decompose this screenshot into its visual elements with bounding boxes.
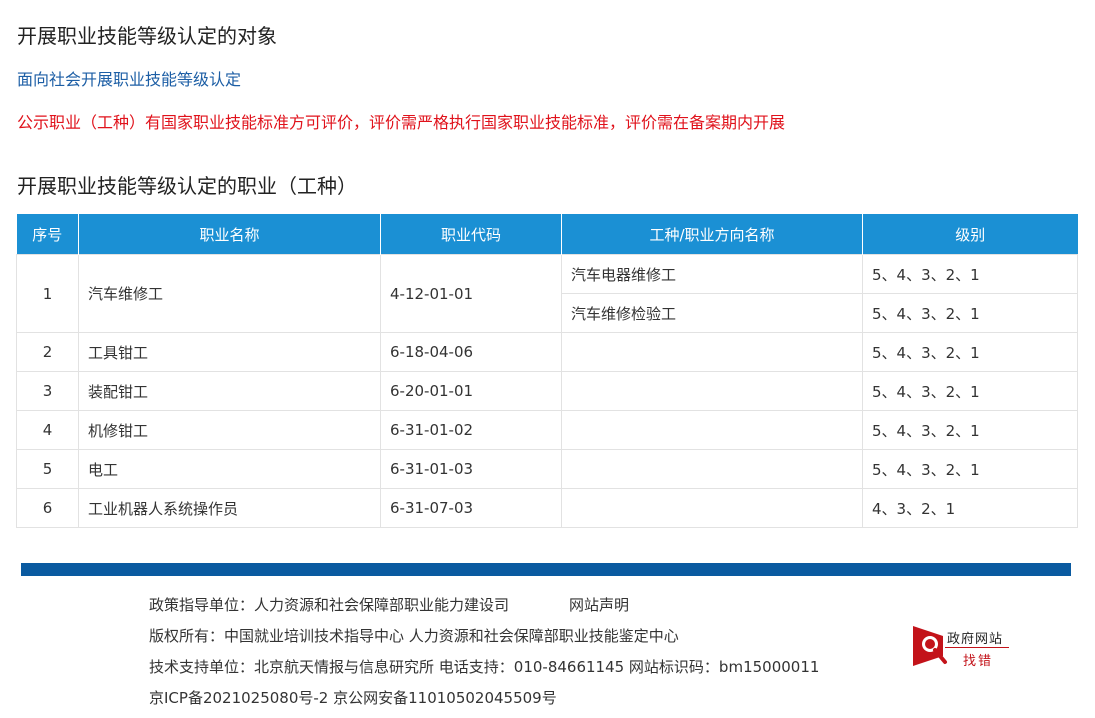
footer-divider-bar <box>21 563 1071 576</box>
header-no: 序号 <box>16 214 79 255</box>
footer-line-guidance: 政策指导单位：人力资源和社会保障部职业能力建设司 网站声明 <box>149 594 819 625</box>
cell-code: 6-31-01-02 <box>380 410 562 450</box>
table-row: 3 装配钳工 6-20-01-01 5、4、3、2、1 <box>16 371 1078 411</box>
badge-line2: 找错 <box>963 654 994 669</box>
header-code: 职业代码 <box>380 214 562 255</box>
cell-direction <box>561 488 863 528</box>
table-row: 4 机修钳工 6-31-01-02 5、4、3、2、1 <box>16 410 1078 450</box>
cell-no: 5 <box>16 449 79 489</box>
table-row: 5 电工 6-31-01-03 5、4、3、2、1 <box>16 449 1078 489</box>
cell-no: 1 <box>16 254 79 333</box>
badge-line1: 政府网站 <box>947 632 1004 647</box>
magnifier-icon <box>913 626 947 666</box>
header-name: 职业名称 <box>78 214 381 255</box>
badge-divider <box>945 647 1009 648</box>
cell-level: 5、4、3、2、1 <box>862 410 1078 450</box>
cell-level: 5、4、3、2、1 <box>862 449 1078 489</box>
cell-code: 6-31-07-03 <box>380 488 562 528</box>
occupation-table: 序号 职业名称 职业代码 工种/职业方向名称 级别 1 汽车维修工 4-12-0… <box>16 214 1078 528</box>
cell-level: 5、4、3、2、1 <box>862 254 1078 294</box>
cell-code: 6-31-01-03 <box>380 449 562 489</box>
footer-icp: 京ICP备2021025080号-2 京公网安备11010502045509号 <box>149 689 557 707</box>
cell-name: 工具钳工 <box>78 332 381 372</box>
cell-code: 4-12-01-01 <box>380 254 562 333</box>
table-row: 1 汽车维修工 4-12-01-01 汽车电器维修工 5、4、3、2、1 <box>16 254 1078 333</box>
header-direction: 工种/职业方向名称 <box>561 214 863 255</box>
footer-support: 技术支持单位：北京航天情报与信息研究所 电话支持：010-84661145 网站… <box>149 658 820 676</box>
section-title-objects: 开展职业技能等级认定的对象 <box>17 24 277 48</box>
cell-name: 汽车维修工 <box>78 254 381 333</box>
table-row: 2 工具钳工 6-18-04-06 5、4、3、2、1 <box>16 332 1078 372</box>
cell-no: 3 <box>16 371 79 411</box>
cell-code: 6-18-04-06 <box>380 332 562 372</box>
section-title-occupations: 开展职业技能等级认定的职业（工种） <box>17 174 357 198</box>
cell-name: 工业机器人系统操作员 <box>78 488 381 528</box>
cell-level: 5、4、3、2、1 <box>862 293 1078 333</box>
cell-direction <box>561 449 863 489</box>
subtitle-link[interactable]: 面向社会开展职业技能等级认定 <box>17 66 241 90</box>
site-footer: 政策指导单位：人力资源和社会保障部职业能力建设司 网站声明 版权所有：中国就业培训… <box>149 594 819 718</box>
gov-site-error-report-badge[interactable]: 政府网站 找错 <box>909 620 1014 672</box>
cell-direction <box>561 332 863 372</box>
table-row: 6 工业机器人系统操作员 6-31-07-03 4、3、2、1 <box>16 488 1078 528</box>
cell-direction: 汽车维修检验工 <box>561 293 863 333</box>
notice-text: 公示职业（工种）有国家职业技能标准方可评价，评价需严格执行国家职业技能标准，评价… <box>17 113 786 132</box>
cell-no: 6 <box>16 488 79 528</box>
footer-guidance: 政策指导单位：人力资源和社会保障部职业能力建设司 <box>149 596 510 614</box>
cell-name: 机修钳工 <box>78 410 381 450</box>
cell-no: 2 <box>16 332 79 372</box>
cell-direction: 汽车电器维修工 <box>561 254 863 294</box>
cell-direction <box>561 410 863 450</box>
site-declaration-link[interactable]: 网站声明 <box>569 596 629 614</box>
cell-level: 4、3、2、1 <box>862 488 1078 528</box>
cell-name: 电工 <box>78 449 381 489</box>
cell-code: 6-20-01-01 <box>380 371 562 411</box>
cell-no: 4 <box>16 410 79 450</box>
cell-level: 5、4、3、2、1 <box>862 371 1078 411</box>
footer-copyright: 版权所有：中国就业培训技术指导中心 人力资源和社会保障部职业技能鉴定中心 <box>149 627 679 645</box>
header-level: 级别 <box>862 214 1078 255</box>
table-header-row: 序号 职业名称 职业代码 工种/职业方向名称 级别 <box>16 214 1078 255</box>
cell-level: 5、4、3、2、1 <box>862 332 1078 372</box>
cell-direction <box>561 371 863 411</box>
cell-name: 装配钳工 <box>78 371 381 411</box>
